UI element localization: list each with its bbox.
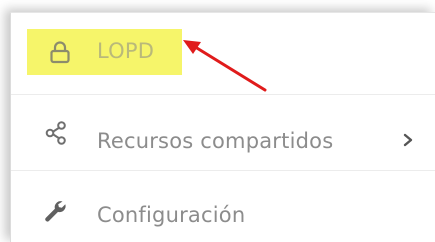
- menu-item-label: LOPD: [97, 39, 155, 63]
- annotation-arrow-icon: [183, 40, 267, 92]
- lock-icon: [50, 41, 70, 64]
- chevron-right-icon[interactable]: [402, 133, 414, 147]
- wrench-icon: [45, 201, 66, 222]
- menu-item-label: Recursos compartidos: [97, 129, 334, 153]
- menu-item-label: Configuración: [97, 203, 246, 227]
- menu-item-recursos-compartidos[interactable]: Recursos compartidos: [11, 94, 435, 171]
- menu-item-configuracion[interactable]: Configuración: [11, 171, 435, 242]
- top-bar: [0, 0, 435, 12]
- share-icon: [45, 121, 66, 145]
